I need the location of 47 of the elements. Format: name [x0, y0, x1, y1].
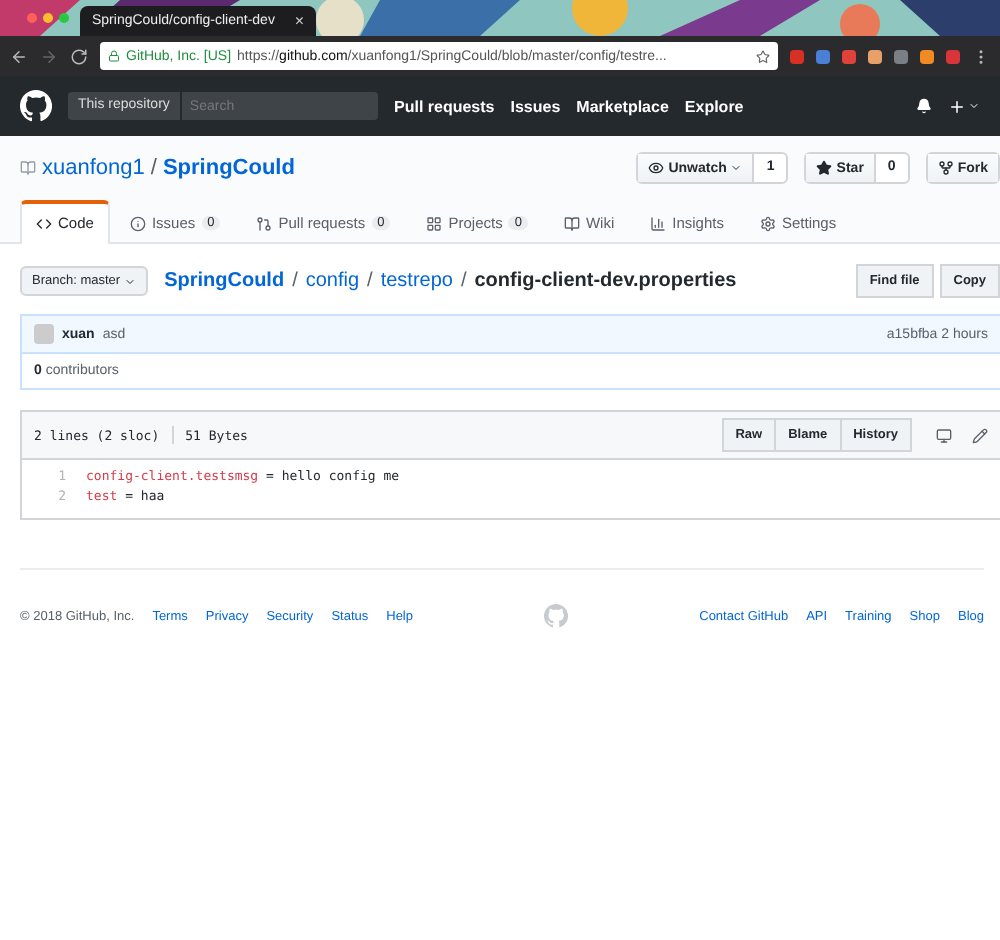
file-name: config-client-dev.properties — [474, 270, 737, 292]
back-icon[interactable] — [10, 47, 28, 65]
desktop-icon[interactable] — [936, 427, 952, 443]
breadcrumb-link[interactable]: testrepo — [380, 270, 453, 292]
extension-icon[interactable] — [790, 49, 804, 63]
extension-icon[interactable] — [920, 49, 934, 63]
path-separator: / — [292, 270, 298, 292]
close-tab-button[interactable]: × — [294, 12, 304, 30]
repo-icon — [20, 160, 36, 176]
caret-icon[interactable] — [968, 100, 980, 112]
edit-icon[interactable] — [972, 427, 988, 443]
lock-icon — [108, 50, 120, 62]
fork-icon — [937, 160, 954, 176]
nav-link[interactable]: Pull requests — [394, 97, 495, 115]
bookmark-star-icon[interactable] — [756, 49, 770, 63]
avatar-icon — [34, 324, 54, 344]
nav-link[interactable]: Issues — [510, 97, 561, 115]
extension-icon[interactable] — [894, 49, 908, 63]
eye-icon — [648, 160, 665, 176]
pull-request-icon — [256, 215, 273, 231]
project-board-icon — [426, 215, 443, 231]
extension-icon[interactable] — [946, 49, 960, 63]
nav-link[interactable]: Explore — [684, 97, 744, 115]
caret-icon — [730, 162, 743, 174]
settings-icon — [759, 215, 776, 231]
path-separator: / — [150, 156, 157, 180]
bar-chart-icon — [650, 215, 667, 231]
code-icon — [36, 215, 52, 231]
reload-icon[interactable] — [70, 47, 88, 65]
breadcrumb-link[interactable]: config — [305, 270, 360, 292]
repo-name-link[interactable]: SpringCould — [162, 156, 295, 180]
nav-link[interactable]: Marketplace — [576, 97, 669, 115]
breadcrumb-link[interactable]: SpringCould — [164, 270, 285, 292]
caret-icon — [124, 275, 137, 287]
path-separator: / — [367, 270, 373, 292]
repo-owner-link[interactable]: xuanfong1 — [42, 156, 145, 180]
notification-bell-icon[interactable] — [916, 98, 932, 114]
logo-icon[interactable] — [20, 90, 52, 122]
extension-icon[interactable] — [868, 49, 882, 63]
path-separator: / — [460, 270, 467, 292]
extension-icon[interactable] — [842, 49, 856, 63]
plus-icon[interactable] — [948, 97, 966, 115]
star-icon — [816, 160, 833, 176]
issue-icon — [129, 215, 146, 231]
extension-icon[interactable] — [816, 49, 830, 63]
forward-icon[interactable] — [40, 47, 58, 65]
book-icon — [563, 215, 580, 231]
